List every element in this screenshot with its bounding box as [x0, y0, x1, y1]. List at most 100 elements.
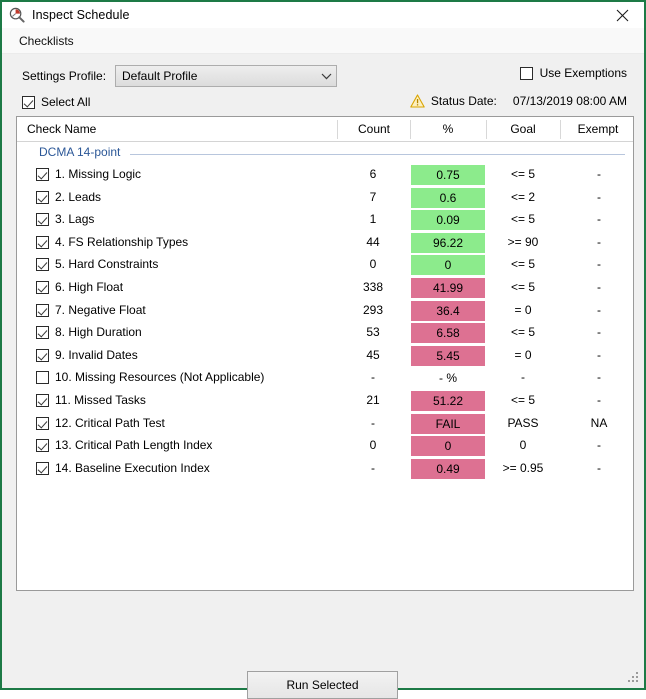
- status-date-group: Status Date: 07/13/2019 08:00 AM: [410, 94, 627, 108]
- group-header-label: DCMA 14-point: [39, 145, 121, 159]
- row-check-name: 6. High Float: [55, 279, 124, 294]
- row-goal: <= 5: [510, 325, 536, 340]
- row-checkbox[interactable]: [36, 280, 49, 294]
- row-checkbox[interactable]: [36, 348, 49, 362]
- table-row[interactable]: 9. Invalid Dates 45 5.45 = 0 -: [17, 345, 633, 368]
- row-checkbox[interactable]: [36, 371, 49, 385]
- select-all-checkbox[interactable]: Select All: [22, 95, 90, 109]
- row-checkbox[interactable]: [36, 258, 49, 272]
- row-count: 7: [369, 189, 377, 204]
- row-percent: 41.99: [411, 277, 485, 298]
- row-count: 53: [366, 325, 380, 340]
- row-check-name: 11. Missed Tasks: [55, 392, 146, 407]
- settings-profile-dropdown[interactable]: Default Profile: [115, 65, 337, 87]
- row-percent: 0.09: [411, 210, 485, 231]
- row-count: 45: [366, 347, 380, 362]
- close-icon[interactable]: [600, 2, 644, 28]
- row-check-name: 3. Lags: [55, 212, 95, 227]
- row-count: 0: [369, 257, 377, 272]
- table-row[interactable]: 7. Negative Float 293 36.4 = 0 -: [17, 300, 633, 323]
- row-percent: 0.75: [411, 165, 485, 185]
- row-goal: >= 90: [507, 234, 539, 249]
- row-checkbox[interactable]: [36, 326, 49, 340]
- row-goal: -: [521, 370, 525, 385]
- row-check-name: 12. Critical Path Test: [55, 415, 165, 430]
- warning-triangle-icon: [410, 94, 425, 108]
- row-checkbox[interactable]: [36, 416, 49, 430]
- row-percent: - %: [439, 371, 457, 386]
- row-goal: = 0: [514, 302, 532, 317]
- row-check-name: 10. Missing Resources (Not Applicable): [55, 370, 265, 385]
- status-date-label: Status Date:: [430, 94, 497, 108]
- row-exempt: -: [597, 325, 601, 340]
- row-percent: 5.45: [411, 345, 485, 366]
- row-percent: 6.58: [411, 323, 485, 344]
- column-header-percent[interactable]: %: [411, 117, 485, 141]
- row-exempt: -: [597, 234, 601, 249]
- chevron-down-icon: [316, 73, 336, 80]
- row-exempt: -: [597, 460, 601, 475]
- row-checkbox[interactable]: [36, 393, 49, 407]
- row-checkbox[interactable]: [36, 461, 49, 475]
- resize-grip[interactable]: [626, 670, 640, 684]
- row-percent: 36.4: [411, 300, 485, 321]
- table-row[interactable]: 2. Leads 7 0.6 <= 2 -: [17, 187, 633, 210]
- row-goal: <= 5: [510, 212, 536, 227]
- row-percent: 0: [411, 255, 485, 276]
- row-checkbox[interactable]: [36, 303, 49, 317]
- row-goal: <= 5: [510, 392, 536, 407]
- row-checkbox[interactable]: [36, 213, 49, 227]
- row-count: 338: [362, 279, 384, 294]
- magnifier-schedule-icon: [9, 7, 25, 23]
- row-check-name: 13. Critical Path Length Index: [55, 438, 213, 453]
- inspect-schedule-window: Inspect Schedule Checklists Settings Pro…: [0, 0, 646, 699]
- checks-list-panel: Check Name Count % Goal Exempt DCMA 14-p…: [16, 116, 634, 591]
- run-selected-button[interactable]: Run Selected: [247, 671, 398, 699]
- table-row[interactable]: 1. Missing Logic 6 0.75 <= 5 -: [17, 164, 633, 187]
- select-all-label: Select All: [41, 95, 91, 109]
- row-percent: FAIL: [411, 413, 485, 434]
- row-exempt: NA: [590, 415, 608, 430]
- menu-bar: Checklists: [2, 28, 644, 54]
- row-checkbox[interactable]: [36, 168, 49, 181]
- table-row[interactable]: 13. Critical Path Length Index 0 0 0 -: [17, 435, 633, 458]
- row-count: -: [371, 415, 375, 430]
- row-percent: 0.49: [411, 458, 485, 479]
- dialog-body: Settings Profile: Default Profile Use Ex…: [2, 54, 644, 699]
- window-title: Inspect Schedule: [32, 8, 130, 22]
- use-exemptions-checkbox[interactable]: Use Exemptions: [519, 66, 627, 80]
- checks-list-header: Check Name Count % Goal Exempt: [17, 117, 633, 142]
- title-bar: Inspect Schedule: [2, 2, 644, 28]
- column-header-count[interactable]: Count: [338, 117, 410, 141]
- row-checkbox[interactable]: [36, 235, 49, 249]
- row-check-name: 5. Hard Constraints: [55, 257, 159, 272]
- select-all-checkbox-box: [22, 95, 35, 109]
- row-exempt: -: [597, 370, 601, 385]
- row-goal: PASS: [507, 415, 539, 430]
- table-row[interactable]: 12. Critical Path Test - FAIL PASS NA: [17, 413, 633, 436]
- column-header-check-name[interactable]: Check Name: [27, 117, 327, 141]
- table-row[interactable]: 10. Missing Resources (Not Applicable) - -…: [17, 367, 633, 390]
- row-checkbox[interactable]: [36, 439, 49, 453]
- row-goal: <= 5: [510, 167, 536, 181]
- table-row[interactable]: 8. High Duration 53 6.58 <= 5 -: [17, 322, 633, 345]
- table-row[interactable]: 6. High Float 338 41.99 <= 5 -: [17, 277, 633, 300]
- table-row[interactable]: 14. Baseline Execution Index - 0.49 >= 0.95…: [17, 458, 633, 481]
- use-exemptions-label: Use Exemptions: [539, 66, 627, 80]
- table-row[interactable]: 3. Lags 1 0.09 <= 5 -: [17, 209, 633, 232]
- table-row[interactable]: 11. Missed Tasks 21 51.22 <= 5 -: [17, 390, 633, 413]
- row-exempt: -: [597, 302, 601, 317]
- row-count: 0: [369, 438, 377, 453]
- column-header-exempt[interactable]: Exempt: [561, 117, 633, 141]
- row-percent: 51.22: [411, 390, 485, 411]
- table-row[interactable]: 5. Hard Constraints 0 0 <= 5 -: [17, 254, 633, 277]
- menu-item-checklists[interactable]: Checklists: [11, 31, 82, 51]
- row-goal: <= 5: [510, 279, 536, 294]
- row-count: 293: [362, 302, 384, 317]
- row-checkbox[interactable]: [36, 190, 49, 204]
- row-exempt: -: [597, 167, 601, 181]
- table-row[interactable]: 4. FS Relationship Types 44 96.22 >= 90 -: [17, 232, 633, 255]
- settings-profile-value: Default Profile: [122, 69, 198, 83]
- column-header-goal[interactable]: Goal: [487, 117, 559, 141]
- row-percent: 0: [411, 436, 485, 457]
